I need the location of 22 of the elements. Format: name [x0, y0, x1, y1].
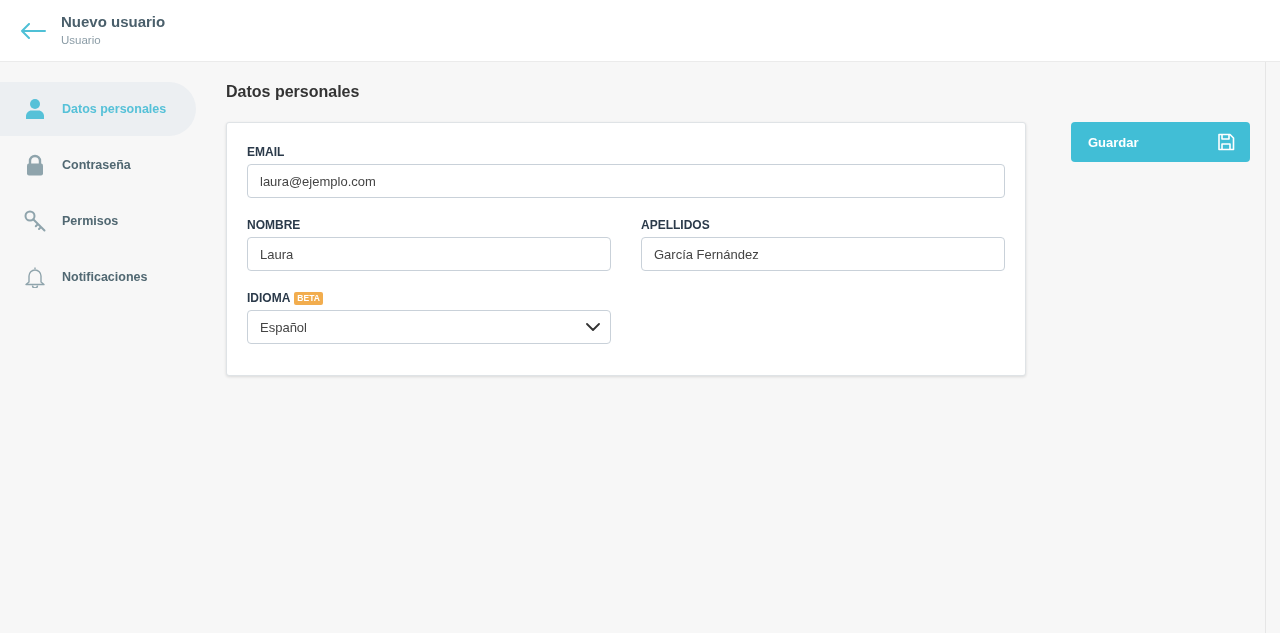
field-label: IDIOMA [247, 291, 291, 305]
save-icon [1217, 133, 1235, 151]
lock-icon [24, 154, 46, 176]
person-icon [24, 98, 46, 120]
email-field[interactable]: laura@ejemplo.com [247, 164, 1005, 198]
text-field[interactable]: Laura [247, 237, 611, 271]
sidebar-item[interactable]: Permisos [0, 194, 196, 248]
key-icon [24, 210, 46, 232]
field-label: NOMBRE [247, 218, 301, 232]
sidebar-item[interactable]: Notificaciones [0, 250, 196, 304]
section-title: Datos personales [226, 82, 360, 102]
back-arrow-icon[interactable] [20, 22, 46, 39]
beta-badge: BETA [294, 291, 323, 305]
language-select[interactable]: Español [247, 310, 611, 344]
text-field[interactable]: García Fernández [641, 237, 1005, 271]
page-title: Nuevo usuario [61, 12, 166, 32]
bell-icon [24, 266, 46, 288]
sidebar-item[interactable]: Contraseña [0, 138, 196, 192]
page-subtitle: Usuario [61, 33, 102, 48]
chevron-down-icon [586, 323, 600, 331]
field-label: APELLIDOS [641, 218, 710, 232]
field-label: EMAIL [247, 145, 285, 159]
